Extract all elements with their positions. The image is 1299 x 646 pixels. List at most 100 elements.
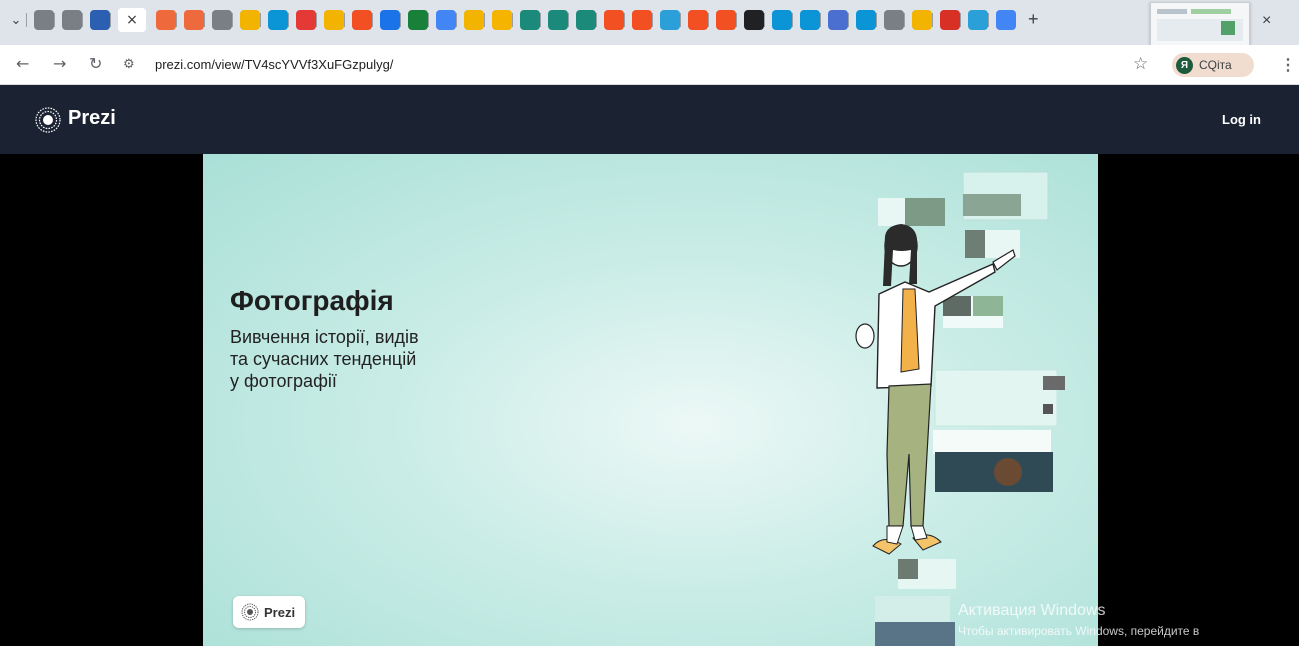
tab-telegram-icon[interactable] <box>660 10 680 30</box>
tab-separator <box>932 13 933 27</box>
tab-separator <box>568 13 569 27</box>
tab-circle-icon[interactable] <box>156 10 176 30</box>
window-preview-thumbnail[interactable] <box>1150 2 1250 50</box>
profile-button[interactable]: Я CQіта <box>1172 53 1254 77</box>
tab-openai-icon[interactable] <box>744 10 764 30</box>
tab-separator <box>316 13 317 27</box>
tab-globe-icon[interactable] <box>34 10 54 30</box>
tab-db-icon[interactable] <box>828 10 848 30</box>
profile-name-prefix: CQ <box>1199 58 1217 72</box>
tab-separator <box>484 13 485 27</box>
tab-plus-square-icon[interactable] <box>408 10 428 30</box>
tab-separator <box>260 13 261 27</box>
tab-separator <box>54 13 55 27</box>
watermark-subtitle: Чтобы активировать Windows, перейдите в <box>958 624 1200 638</box>
tab-separator <box>344 13 345 27</box>
tab-drive-icon[interactable] <box>240 10 260 30</box>
tab-drop-icon[interactable] <box>380 10 400 30</box>
back-arrow-icon[interactable]: ← <box>16 54 29 73</box>
slide-title: Фотографія <box>230 285 394 316</box>
avatar: Я <box>1176 56 1193 74</box>
tab-calendar-icon[interactable] <box>436 10 456 30</box>
window-close-button[interactable]: × <box>1262 12 1271 30</box>
tab-grid-icon[interactable] <box>716 10 736 30</box>
tab-youtube-icon[interactable] <box>296 10 316 30</box>
prezi-logo-text[interactable]: Prezi <box>68 107 116 130</box>
tab-p-icon[interactable] <box>520 10 540 30</box>
reload-icon[interactable]: ↻ <box>89 54 102 73</box>
tab-separator <box>400 13 401 27</box>
tab-separator <box>428 13 429 27</box>
preview-strip <box>1191 9 1231 14</box>
tab-telegram-icon[interactable] <box>968 10 988 30</box>
tab-circle-icon[interactable] <box>184 10 204 30</box>
presentation-slide[interactable]: Фотографія Вивчення історії, видів та су… <box>203 154 1098 646</box>
windows-activation-watermark: Активация Windows Чтобы активировать Win… <box>958 602 1199 638</box>
preview-icon <box>1221 21 1235 35</box>
tab-close-icon[interactable]: × <box>118 8 146 32</box>
tab-separator <box>876 13 877 27</box>
tab-globe-icon[interactable] <box>212 10 232 30</box>
browser-toolbar: ← → ↻ ⚙ prezi.com/view/TV4scYVVf3XuFGzpu… <box>0 45 1299 85</box>
tab-google-icon[interactable] <box>996 10 1016 30</box>
tab-chevron-down-icon[interactable]: ⌄ <box>6 10 26 30</box>
preview-strip <box>1157 9 1187 14</box>
tab-c-icon[interactable] <box>268 10 288 30</box>
tab-separator <box>82 13 83 27</box>
forward-arrow-icon[interactable]: → <box>53 54 66 73</box>
tab-globe-icon[interactable] <box>62 10 82 30</box>
tab-separator <box>904 13 905 27</box>
tab-separator <box>110 13 111 27</box>
tab-photo-icon[interactable] <box>90 10 110 30</box>
tab-separator <box>176 13 177 27</box>
tab-separator <box>512 13 513 27</box>
tab-separator <box>792 13 793 27</box>
watermark-title: Активация Windows <box>958 602 1106 619</box>
address-bar[interactable]: prezi.com/view/TV4scYVVf3XuFGzpulyg/ <box>155 57 393 72</box>
tab-c-icon[interactable] <box>856 10 876 30</box>
prezi-header: Prezi Log in <box>0 85 1299 154</box>
tab-separator <box>988 13 989 27</box>
site-settings-icon[interactable]: ⚙ <box>123 56 135 72</box>
new-tab-button[interactable]: + <box>1028 9 1039 30</box>
tab-separator <box>596 13 597 27</box>
tab-separator <box>456 13 457 27</box>
tab-globe-icon[interactable] <box>884 10 904 30</box>
prezi-badge[interactable]: Prezi <box>233 596 305 628</box>
tab-separator <box>232 13 233 27</box>
tab-drive-icon[interactable] <box>912 10 932 30</box>
tab-drive-icon[interactable] <box>464 10 484 30</box>
tab-c-icon[interactable] <box>772 10 792 30</box>
tab-separator <box>624 13 625 27</box>
tab-separator <box>652 13 653 27</box>
tab-pin-icon[interactable] <box>940 10 960 30</box>
tab-separator <box>372 13 373 27</box>
tab-separator <box>26 13 27 27</box>
tab-separator <box>764 13 765 27</box>
tab-grid-icon[interactable] <box>604 10 624 30</box>
browser-tab-strip: ⌄ × + × <box>0 0 1299 50</box>
tab-grid-icon[interactable] <box>352 10 372 30</box>
tab-separator <box>736 13 737 27</box>
tab-separator <box>848 13 849 27</box>
tab-separator <box>820 13 821 27</box>
tab-grid-icon[interactable] <box>688 10 708 30</box>
browser-menu-icon[interactable]: ⋮ <box>1280 55 1296 75</box>
prezi-logo-icon[interactable] <box>35 107 61 133</box>
tab-separator <box>680 13 681 27</box>
tab-p-icon[interactable] <box>548 10 568 30</box>
slide-subtitle: Вивчення історії, видів та сучасних тенд… <box>230 327 419 391</box>
profile-name-suffix: іта <box>1217 58 1232 72</box>
tab-drive-icon[interactable] <box>324 10 344 30</box>
bookmark-star-icon[interactable]: ☆ <box>1133 54 1148 74</box>
tab-c-icon[interactable] <box>800 10 820 30</box>
prezi-badge-label: Prezi <box>264 604 296 620</box>
tab-grid-icon[interactable] <box>632 10 652 30</box>
profile-name: CQіта <box>1199 58 1232 72</box>
tab-p-icon[interactable] <box>576 10 596 30</box>
tab-separator <box>204 13 205 27</box>
login-link[interactable]: Log in <box>1222 112 1261 127</box>
tab-slides-icon[interactable] <box>492 10 512 30</box>
prezi-badge-icon <box>241 603 259 621</box>
tab-separator <box>288 13 289 27</box>
